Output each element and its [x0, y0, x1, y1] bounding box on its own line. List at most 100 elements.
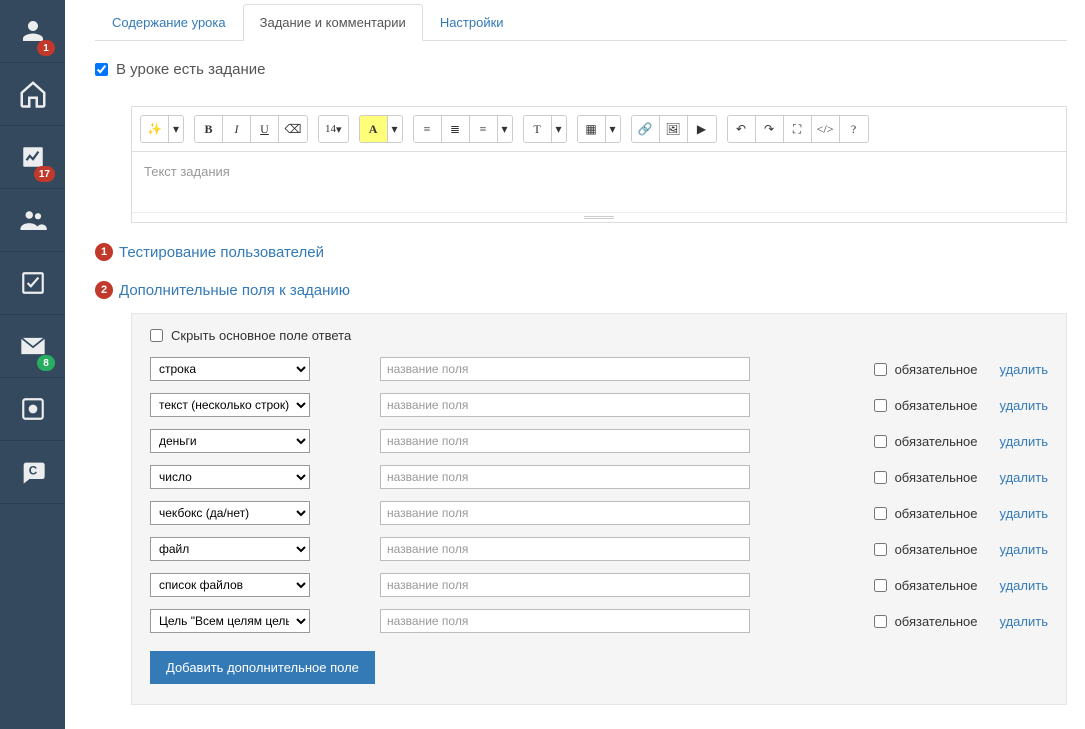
- required-cell: обязательное: [874, 362, 978, 377]
- required-cell: обязательное: [874, 542, 978, 557]
- editor-textarea[interactable]: Текст задания: [132, 152, 1066, 212]
- sidebar-item-checkbox[interactable]: [0, 252, 65, 315]
- field-name-input[interactable]: [380, 501, 750, 525]
- sidebar-item-settings[interactable]: [0, 378, 65, 441]
- sidebar-item-chat[interactable]: C: [0, 441, 65, 504]
- required-checkbox[interactable]: [874, 399, 887, 412]
- field-name-input[interactable]: [380, 465, 750, 489]
- field-type-select[interactable]: число: [150, 465, 310, 489]
- required-checkbox[interactable]: [874, 615, 887, 628]
- field-row: текст (несколько строк) обязательное удали…: [150, 393, 1048, 417]
- field-type-select[interactable]: чекбокс (да/нет): [150, 501, 310, 525]
- hide-main-label: Скрыть основное поле ответа: [171, 328, 351, 343]
- tab-content[interactable]: Содержание урока: [95, 4, 243, 41]
- ol-button[interactable]: ≣: [442, 116, 470, 142]
- bold-button[interactable]: B: [195, 116, 223, 142]
- field-name-input[interactable]: [380, 609, 750, 633]
- required-checkbox[interactable]: [874, 435, 887, 448]
- sidebar-item-chart[interactable]: 17: [0, 126, 65, 189]
- sidebar-item-profile[interactable]: 1: [0, 0, 65, 63]
- image-button[interactable]: 🖼: [660, 116, 688, 142]
- sidebar-item-mail[interactable]: 8: [0, 315, 65, 378]
- field-type-select[interactable]: Цель "Всем целям цель": [150, 609, 310, 633]
- italic-button[interactable]: I: [223, 116, 251, 142]
- required-checkbox[interactable]: [874, 579, 887, 592]
- link-button[interactable]: 🔗: [632, 116, 660, 142]
- video-button[interactable]: ▶: [688, 116, 716, 142]
- delete-link[interactable]: удалить: [1000, 362, 1048, 377]
- field-row: список файлов обязательное удалить: [150, 573, 1048, 597]
- erase-button[interactable]: ⌫: [279, 116, 307, 142]
- field-type-select[interactable]: список файлов: [150, 573, 310, 597]
- delete-link[interactable]: удалить: [1000, 434, 1048, 449]
- code-button[interactable]: </>: [812, 116, 840, 142]
- tab-task-comments[interactable]: Задание и комментарии: [243, 4, 423, 41]
- extra-fields-link[interactable]: Дополнительные поля к заданию: [119, 282, 350, 299]
- field-type-select[interactable]: текст (несколько строк): [150, 393, 310, 417]
- field-type-select[interactable]: деньги: [150, 429, 310, 453]
- delete-link[interactable]: удалить: [1000, 470, 1048, 485]
- field-row: число обязательное удалить: [150, 465, 1048, 489]
- fullscreen-button[interactable]: ⛶: [784, 116, 812, 142]
- required-label: обязательное: [895, 470, 978, 485]
- underline-button[interactable]: U: [251, 116, 279, 142]
- chart-badge: 17: [34, 166, 55, 182]
- hide-main-checkbox[interactable]: [150, 329, 163, 342]
- required-label: обязательное: [895, 506, 978, 521]
- tab-settings[interactable]: Настройки: [423, 4, 521, 41]
- table-button[interactable]: ▦: [578, 116, 606, 142]
- fontsize-button[interactable]: 14▾: [319, 116, 348, 142]
- font-color-button[interactable]: A: [360, 116, 388, 142]
- field-name-input[interactable]: [380, 393, 750, 417]
- settings-square-icon: [20, 396, 46, 422]
- sidebar-item-home[interactable]: [0, 63, 65, 126]
- testing-link[interactable]: Тестирование пользователей: [119, 244, 324, 261]
- help-button[interactable]: ?: [840, 116, 868, 142]
- required-label: обязательное: [895, 614, 978, 629]
- section-testing: 1 Тестирование пользователей: [95, 243, 1067, 261]
- required-checkbox[interactable]: [874, 363, 887, 376]
- sidebar-item-users[interactable]: [0, 189, 65, 252]
- lesson-has-task-checkbox[interactable]: [95, 63, 108, 76]
- main-content: Содержание урока Задание и комментарии Н…: [65, 0, 1085, 729]
- field-row: чекбокс (да/нет) обязательное удалить: [150, 501, 1048, 525]
- required-checkbox[interactable]: [874, 507, 887, 520]
- field-name-input[interactable]: [380, 537, 750, 561]
- magic-icon[interactable]: ✨: [141, 116, 169, 142]
- delete-link[interactable]: удалить: [1000, 506, 1048, 521]
- paragraph-dropdown[interactable]: ▾: [552, 116, 566, 142]
- sidebar: 1 17 8 C: [0, 0, 65, 729]
- delete-link[interactable]: удалить: [1000, 578, 1048, 593]
- font-color-dropdown[interactable]: ▾: [388, 116, 402, 142]
- required-checkbox[interactable]: [874, 543, 887, 556]
- delete-link[interactable]: удалить: [1000, 398, 1048, 413]
- add-field-button[interactable]: Добавить дополнительное поле: [150, 651, 375, 684]
- align-button[interactable]: ≡: [470, 116, 498, 142]
- delete-link[interactable]: удалить: [1000, 542, 1048, 557]
- align-dropdown[interactable]: ▾: [498, 116, 512, 142]
- editor-resize-handle[interactable]: [132, 212, 1066, 222]
- paragraph-button[interactable]: T: [524, 116, 552, 142]
- ul-button[interactable]: ≡: [414, 116, 442, 142]
- table-dropdown[interactable]: ▾: [606, 116, 620, 142]
- tabs: Содержание урока Задание и комментарии Н…: [95, 4, 1067, 41]
- home-icon: [18, 79, 48, 109]
- field-name-input[interactable]: [380, 573, 750, 597]
- undo-button[interactable]: ↶: [728, 116, 756, 142]
- field-name-input[interactable]: [380, 357, 750, 381]
- check-square-icon: [20, 270, 46, 296]
- field-type-select[interactable]: файл: [150, 537, 310, 561]
- mail-badge: 8: [37, 355, 55, 371]
- required-checkbox[interactable]: [874, 471, 887, 484]
- magic-dropdown[interactable]: ▾: [169, 116, 183, 142]
- field-row: файл обязательное удалить: [150, 537, 1048, 561]
- required-label: обязательное: [895, 542, 978, 557]
- field-type-select[interactable]: строка: [150, 357, 310, 381]
- required-cell: обязательное: [874, 578, 978, 593]
- editor: ✨▾ B I U ⌫ 14▾ A▾ ≡ ≣ ≡▾ T▾ ▦▾ 🔗: [131, 106, 1067, 223]
- redo-button[interactable]: ↷: [756, 116, 784, 142]
- required-label: обязательное: [895, 362, 978, 377]
- required-label: обязательное: [895, 398, 978, 413]
- delete-link[interactable]: удалить: [1000, 614, 1048, 629]
- field-name-input[interactable]: [380, 429, 750, 453]
